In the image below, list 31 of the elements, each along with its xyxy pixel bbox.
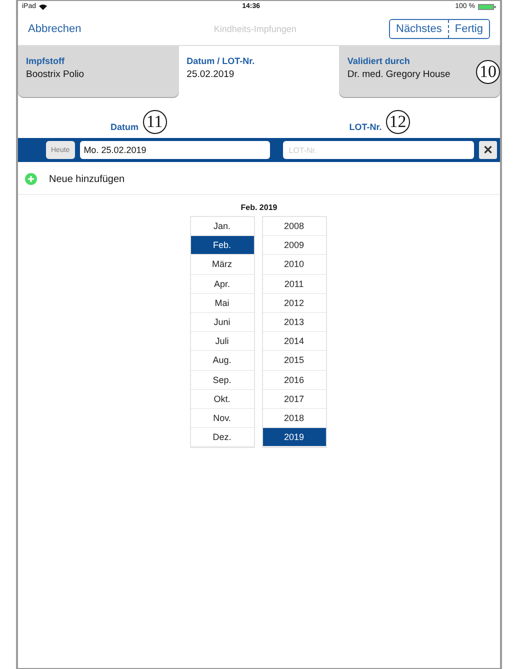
tab-label: Impfstoff bbox=[26, 56, 66, 66]
nav-button[interactable]: Fertig bbox=[448, 20, 489, 38]
add-icon[interactable] bbox=[25, 173, 37, 185]
year-item[interactable]: 2017 bbox=[262, 390, 326, 409]
date-field[interactable]: Mo. 25.02.2019 bbox=[80, 141, 270, 159]
year-item[interactable]: 2016 bbox=[262, 370, 326, 390]
tab[interactable]: Impfstoff Boostrix Polio bbox=[18, 46, 179, 98]
column-heading: Datum bbox=[110, 122, 138, 132]
tab-label: Datum / LOT-Nr. bbox=[186, 56, 256, 66]
tab-label: Validiert durch bbox=[347, 56, 411, 66]
clear-button[interactable]: ✕ bbox=[479, 141, 497, 159]
month-item[interactable]: Feb. bbox=[190, 236, 254, 256]
callout-number: 10 bbox=[476, 60, 500, 84]
year-item[interactable]: 2019 bbox=[262, 428, 326, 448]
picker-title: Feb. 2019 bbox=[240, 203, 278, 212]
year-item[interactable]: 2011 bbox=[262, 274, 326, 294]
tab-value: Boostrix Polio bbox=[26, 69, 84, 80]
add-new-label[interactable]: Neue hinzufügen bbox=[49, 174, 125, 184]
tab-value: Dr. med. Gregory House bbox=[347, 69, 450, 80]
battery-icon bbox=[478, 4, 496, 10]
month-item[interactable]: Sep. bbox=[190, 370, 254, 390]
column-heading: LOT-Nr. bbox=[349, 122, 382, 132]
callout-number: 11 bbox=[142, 110, 166, 134]
month-item[interactable]: Apr. bbox=[190, 274, 254, 294]
wifi-icon bbox=[39, 4, 48, 10]
cancel-button[interactable]: Abbrechen bbox=[28, 22, 82, 34]
tab-value: 25.02.2019 bbox=[186, 69, 234, 80]
tab[interactable]: Validiert durch Dr. med. Gregory House 10 bbox=[339, 46, 500, 98]
month-item[interactable]: Okt. bbox=[190, 390, 254, 409]
screen-title: Kindheits-Impfungen bbox=[214, 24, 296, 34]
callout-number: 12 bbox=[386, 110, 410, 134]
